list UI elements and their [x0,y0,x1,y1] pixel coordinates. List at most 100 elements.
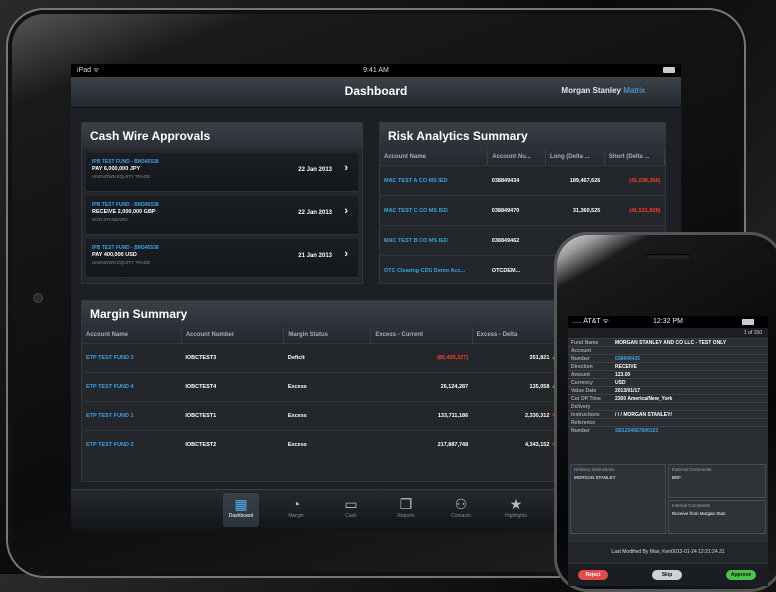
status-time: 9:41 AM [363,67,389,74]
cash-wire-row[interactable]: IPB TEST FUND - BM345538 PAY 6,000,000 JP… [86,153,358,192]
margin-cell: Excess [283,430,371,459]
detail-label: Number [568,426,612,434]
margin-column-header[interactable]: Margin Status [283,327,372,344]
margin-cell-value: IOBCTEST2 [185,442,217,448]
margin-cell-value: ETP TEST FUND 1 [86,413,134,419]
margin-cell-value: 133,711,186 [437,413,469,419]
risk-column-header[interactable]: Short (Delta ... [604,149,666,166]
risk-cell: 038849462 [487,225,546,256]
reject-button[interactable]: Reject [578,570,608,580]
margin-cell: 217,887,748 [370,430,473,459]
risk-column-header[interactable]: Account Name [380,149,489,166]
detail-row: Reference [568,418,768,427]
approve-button[interactable]: Approve [726,570,756,580]
external-comments-label: External Comments [672,467,712,472]
battery-icon [663,67,675,73]
iphone-battery-icon [742,319,754,325]
detail-value [612,346,768,355]
detail-value: / / / MORGAN STANLEY/ [612,410,768,419]
detail-value [612,402,768,411]
margin-cell-value: 135,058 [529,384,550,390]
margin-column-header[interactable]: Excess - Delta [472,327,562,344]
tab-margin[interactable]: ◔ Margin [276,495,316,519]
wire-detail-table: Fund Name MORGAN STANLEY AND CO LLC - TES… [568,338,768,434]
detail-value: MORGAN STANLEY AND CO LLC - TEST ONLY [612,338,768,347]
table-row[interactable]: MAC TEST C CO MS IED 038849470 31,360,525(… [380,195,665,226]
margin-cell: Excess [283,372,371,402]
margin-cell-value: Excess [287,442,307,448]
margin-cell: ETP TEST FUND 1 [82,401,182,431]
detail-row: Value Date 2013/01/17 [568,386,768,395]
margin-cell: 2,330,312 ▼ [472,401,562,431]
margin-icon: ◔ [291,496,301,512]
tab-highlights[interactable]: ★ Highlights [496,495,536,519]
risk-analytics-title: Risk Analytics Summary [380,123,665,149]
margin-cell: 4,343,152 ▼ [472,430,562,459]
tab-label: Reports [397,513,415,519]
brand-logo: Morgan Stanley Matrix [561,86,645,95]
external-comments-cell[interactable]: External Comments BNF [668,464,766,498]
cash-wire-date: 22 Jan 2013 [298,210,332,216]
margin-cell-value: IOBCTEST1 [185,413,217,419]
detail-value: USD [612,378,768,387]
risk-cell: 038849434 [487,165,546,196]
cash-wire-row[interactable]: IPB TEST FUND - BM345538 RECEIVE 2,000,00… [86,196,358,235]
detail-label: Account [568,346,612,355]
ipad-status-bar: iPad ᯤ 9:41 AM [71,64,681,77]
margin-cell-value: 351,821 [529,355,550,361]
cash-wire-action: PAY 6,000,000 JPY [92,166,141,172]
detail-row: Instructions / / / MORGAN STANLEY/ [568,410,768,419]
chevron-right-icon[interactable]: › [344,162,348,174]
detail-value: SB1234567890123 [612,426,768,434]
dashboard-icon: ▦ [234,496,248,512]
margin-cell: (85,495,327) [370,343,473,373]
iphone-screen: ..... AT&T ᯤ 12:32 PM 1 of 150 Fund Name… [568,316,768,586]
cash-wire-row[interactable]: IPB TEST FUND - BM345538 PAY 400,000 USD U… [86,239,358,278]
contacts-icon: ⚇ [454,496,468,512]
margin-cell: Excess [283,401,371,431]
margin-cell-value: Excess [287,413,307,419]
margin-cell-value: IOBCTEST3 [185,355,217,361]
margin-cell-value: ETP TEST FUND 4 [86,384,134,390]
cash-wire-action: PAY 400,000 USD [92,252,137,258]
tab-contacts[interactable]: ⚇ Contacts [441,495,481,519]
delivery-instructions-value: MORGAN STANLEY [574,475,616,480]
risk-cell: OTCDEM... [487,255,546,285]
margin-cell: 26,124,287 [370,372,473,402]
table-row[interactable]: MAC TEST A CO MS IED 038849434 189,467,626… [380,165,665,196]
cash-wire-panel: Cash Wire Approvals IPB TEST FUND - BM34… [81,122,363,284]
cash-wire-note: NON STANDARD [92,217,128,222]
margin-column-header[interactable]: Account Name [82,327,182,344]
margin-column-header[interactable]: Account Number [181,327,285,344]
internal-comments-cell[interactable]: Internal Comments Receive from Morgan St… [668,500,766,534]
risk-column-header[interactable]: Long (Delta ... [545,149,605,166]
margin-cell-value: 2,330,312 [524,413,550,419]
cash-wire-title: Cash Wire Approvals [82,123,362,149]
margin-cell-value: 217,887,748 [437,442,469,448]
brand-main: Morgan Stanley [561,86,621,95]
detail-row: Direction RECEIVE [568,362,768,371]
detail-row: Cut Off Time 2300 America/New_York [568,394,768,403]
tab-cash[interactable]: ▭ Cash [331,495,371,519]
margin-column-header[interactable]: Excess - Current [370,327,473,344]
margin-cell: IOBCTEST4 [181,372,284,402]
detail-label: Value Date [568,386,612,395]
tab-label: Cash [345,513,357,519]
tab-label: Dashboard [228,513,254,519]
comments-grid: Delivery Instructions MORGAN STANLEY Ext… [570,464,766,534]
cash-wire-action: RECEIVE 2,000,000 GBP [92,209,156,215]
cash-wire-note: UNKNOWN EQUITY TRADE [92,174,151,179]
cash-wire-fund: IPB TEST FUND - BM345538 [92,159,159,165]
chevron-right-icon[interactable]: › [344,205,348,217]
tab-reports[interactable]: ❐ Reports [386,495,426,519]
risk-column-header[interactable]: Account Nu... [487,149,546,166]
action-buttons: Reject Skip Approve [568,564,768,586]
chevron-right-icon[interactable]: › [344,248,348,260]
iphone-time: 12:32 PM [653,318,683,325]
cash-icon: ▭ [344,496,358,512]
tab-dashboard[interactable]: ▦ Dashboard [221,493,261,527]
risk-cell: (41,521,828) [604,195,665,226]
nav-bar: Dashboard Morgan Stanley Matrix [71,77,681,108]
detail-row: Delivery [568,402,768,411]
skip-button[interactable]: Skip [652,570,682,580]
